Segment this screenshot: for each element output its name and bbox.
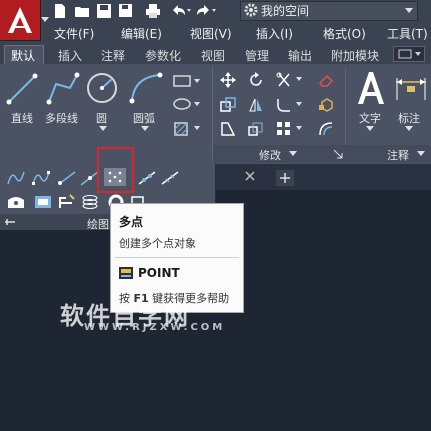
close-icon[interactable]: [244, 170, 256, 182]
trim-icon[interactable]: [276, 72, 306, 88]
array-icon[interactable]: [276, 121, 306, 137]
ribbon-toggle-button[interactable]: [393, 46, 425, 62]
spline-fit-icon[interactable]: [6, 170, 26, 186]
helix-icon[interactable]: [80, 194, 100, 210]
line-label[interactable]: 直线: [11, 110, 33, 126]
panel-title-draw[interactable]: 绘图: [87, 216, 109, 232]
menu-file[interactable]: 文件(F): [54, 25, 94, 42]
plus-icon: [280, 173, 290, 183]
tab-default[interactable]: 默认: [11, 47, 35, 64]
save-as-icon[interactable]: [118, 3, 134, 19]
copy-icon[interactable]: [220, 97, 236, 113]
arc-label[interactable]: 圆弧: [133, 110, 155, 126]
redo-icon[interactable]: [196, 3, 218, 19]
explode-icon[interactable]: [318, 97, 334, 113]
dialog-launcher-icon[interactable]: [333, 149, 343, 159]
offset-icon[interactable]: [318, 121, 334, 137]
workspace-select[interactable]: 我的空间: [240, 1, 418, 21]
spline-cv-icon[interactable]: [31, 170, 51, 186]
chevron-down-icon[interactable]: [289, 151, 297, 157]
stretch-icon[interactable]: [220, 121, 236, 137]
scale-icon[interactable]: [248, 121, 264, 137]
ellipse-icon[interactable]: [172, 97, 202, 111]
tab-parametric[interactable]: 参数化: [145, 47, 181, 64]
pin-icon[interactable]: [4, 218, 16, 226]
tab-manage[interactable]: 管理: [245, 47, 269, 64]
open-folder-icon[interactable]: [74, 3, 90, 19]
panel-title-modify[interactable]: 修改: [259, 147, 281, 163]
text-icon[interactable]: [355, 70, 385, 106]
circle-label[interactable]: 圆: [96, 110, 107, 126]
menu-format[interactable]: 格式(O): [323, 25, 366, 42]
dimension-icon[interactable]: [394, 76, 428, 102]
app-menu-button[interactable]: [0, 0, 41, 41]
save-icon[interactable]: [96, 3, 112, 19]
divide-icon[interactable]: [137, 170, 157, 186]
new-file-icon[interactable]: [52, 3, 68, 19]
polyline-icon[interactable]: [46, 72, 80, 106]
region-icon[interactable]: [6, 194, 26, 210]
arc-icon[interactable]: [128, 71, 164, 105]
chevron-down-icon[interactable]: [366, 126, 374, 132]
wipeout-icon[interactable]: [33, 194, 53, 210]
watermark-url: WWW.RJZXW.COM: [84, 322, 226, 333]
tooltip-divider: [115, 257, 239, 258]
menu-tools[interactable]: 工具(T): [387, 25, 428, 42]
text-label[interactable]: 文字: [359, 110, 381, 126]
move-icon[interactable]: [220, 72, 236, 88]
polyline-label[interactable]: 多段线: [45, 110, 78, 126]
chevron-down-icon[interactable]: [405, 6, 413, 14]
chevron-down-icon[interactable]: [405, 126, 413, 132]
undo-icon[interactable]: [170, 3, 192, 19]
gear-icon: [243, 2, 259, 18]
highlight-box: [97, 147, 134, 193]
panel-title-annotation[interactable]: 注释: [387, 147, 409, 163]
app-menu-dropdown-icon[interactable]: [40, 14, 50, 24]
tooltip-title: 多点: [119, 215, 144, 229]
new-tab-button[interactable]: [276, 170, 294, 186]
menu-view[interactable]: 视图(V): [190, 25, 232, 42]
workspace-value: 我的空间: [261, 4, 310, 18]
chevron-down-icon[interactable]: [99, 126, 107, 132]
tab-view[interactable]: 视图: [201, 47, 225, 64]
tooltip-command: POINT: [138, 266, 180, 280]
measure-icon[interactable]: [160, 170, 180, 186]
mirror-icon[interactable]: [248, 97, 264, 113]
autocad-logo-icon: [8, 7, 32, 33]
menu-insert[interactable]: 插入(I): [256, 25, 293, 42]
tab-insert[interactable]: 插入: [58, 47, 82, 64]
tab-output[interactable]: 输出: [288, 47, 312, 64]
circle-icon[interactable]: [85, 71, 119, 105]
hatch-icon[interactable]: [172, 121, 202, 137]
rotate-icon[interactable]: [248, 72, 264, 88]
dimension-label[interactable]: 标注: [398, 110, 420, 126]
command-icon: [119, 267, 133, 279]
ray-icon[interactable]: [57, 170, 77, 186]
chevron-down-icon[interactable]: [417, 151, 425, 157]
menu-edit[interactable]: 编辑(E): [121, 25, 162, 42]
revision-cloud-icon[interactable]: [57, 194, 77, 210]
rectangle-icon[interactable]: [172, 74, 202, 88]
line-icon[interactable]: [6, 72, 38, 106]
erase-icon[interactable]: [318, 72, 334, 88]
tooltip-description: 创建多个点对象: [119, 237, 196, 250]
chevron-down-icon[interactable]: [141, 126, 149, 132]
tab-addins[interactable]: 附加模块: [331, 47, 379, 64]
print-icon[interactable]: [145, 3, 161, 19]
tab-annotate[interactable]: 注释: [101, 47, 125, 64]
fillet-icon[interactable]: [276, 97, 306, 113]
